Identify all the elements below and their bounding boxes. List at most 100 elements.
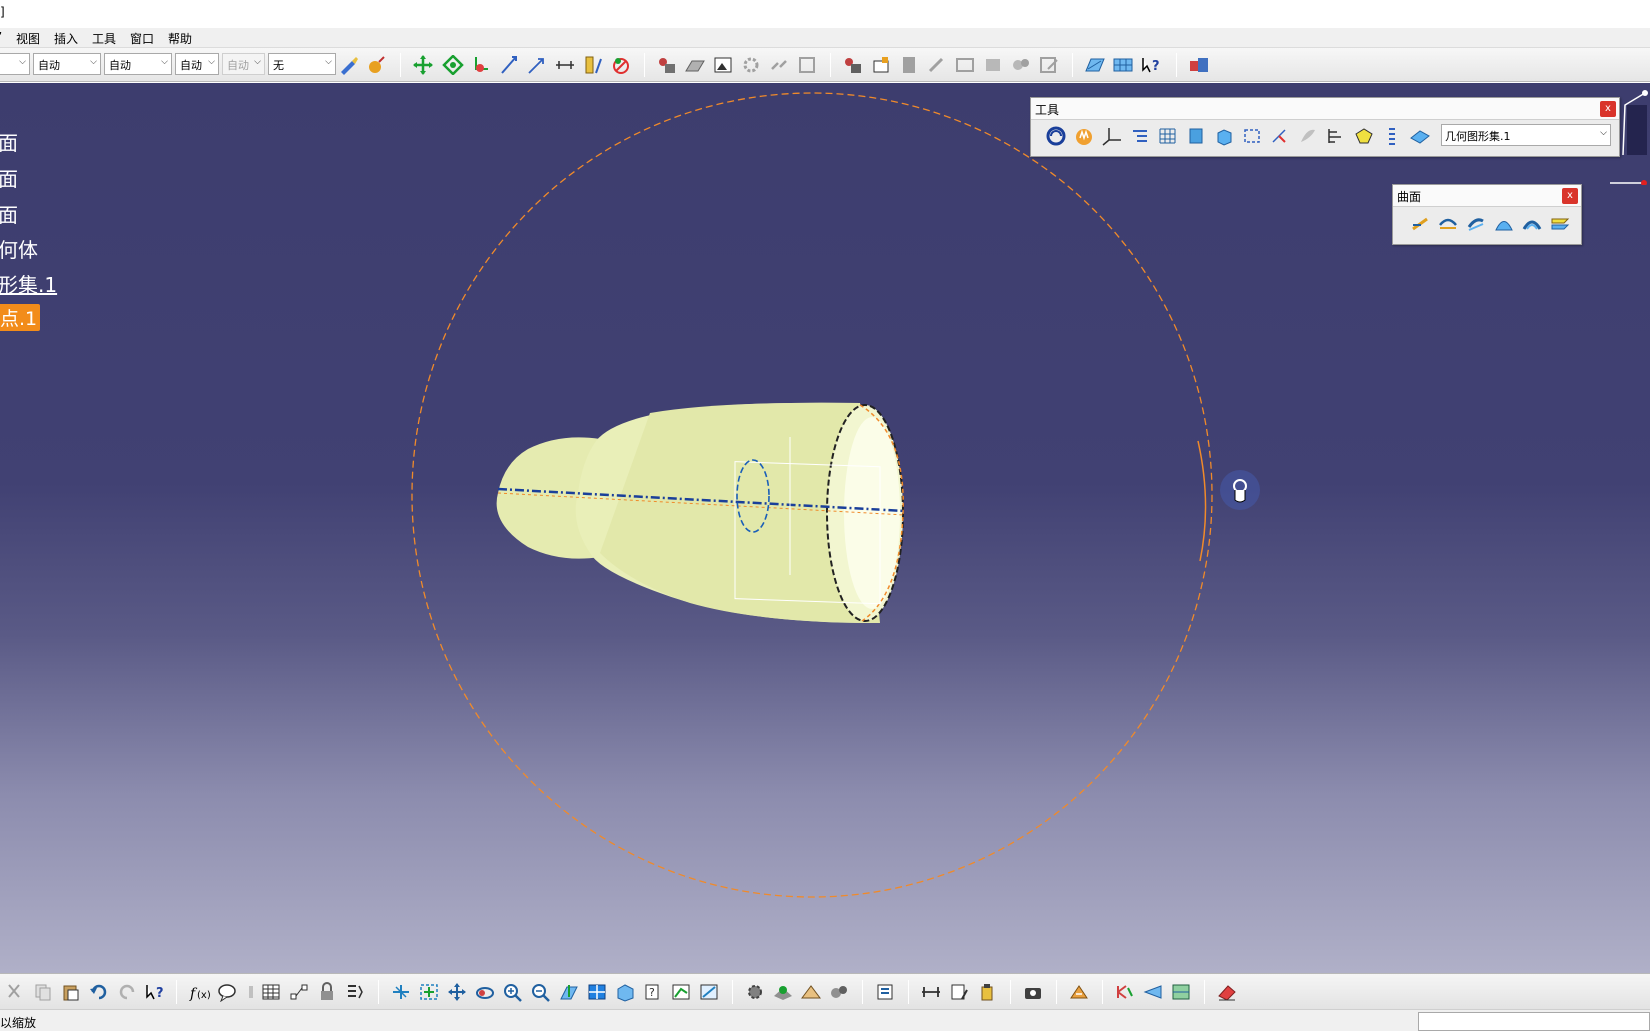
table-icon[interactable] — [260, 982, 282, 1002]
help-icon[interactable]: ? — [144, 982, 166, 1002]
snap-axis-icon[interactable] — [470, 55, 492, 75]
tree-item-body[interactable]: 何体 — [0, 234, 38, 263]
lineweight-select[interactable]: 自动 ⌵ — [175, 53, 219, 75]
cut-icon[interactable] — [4, 982, 26, 1002]
gears-gray-icon[interactable] — [1010, 55, 1032, 75]
3d-box-icon[interactable] — [1213, 126, 1235, 146]
no-snap-icon[interactable] — [610, 55, 632, 75]
undo-icon[interactable] — [88, 982, 110, 1002]
tree-reorder-icon[interactable] — [1142, 982, 1164, 1002]
ruler-icon[interactable] — [582, 55, 604, 75]
grid-icon[interactable] — [1112, 55, 1134, 75]
move-axis-icon[interactable] — [412, 55, 434, 75]
sweep-surface-icon[interactable] — [1493, 213, 1515, 233]
formula-icon[interactable] — [796, 55, 818, 75]
geometric-set-icon[interactable] — [1409, 126, 1431, 146]
fill-surface-icon[interactable] — [1521, 213, 1543, 233]
paste-icon[interactable] — [60, 982, 82, 1002]
sketch-plane-icon[interactable] — [1084, 55, 1106, 75]
menu-item-window[interactable]: 窗口 — [130, 30, 154, 47]
plane-icon[interactable] — [684, 55, 706, 75]
zoom-in-icon[interactable] — [502, 982, 524, 1002]
surface-toolbar-window[interactable]: 曲面 x — [1392, 184, 1582, 245]
comment-icon[interactable] — [216, 982, 238, 1002]
doc-icon[interactable] — [898, 55, 920, 75]
bounding-box-icon[interactable] — [1241, 126, 1263, 146]
linetype-select[interactable]: 自动 ⌵ — [104, 53, 172, 75]
hierarchy-icon[interactable] — [1325, 126, 1347, 146]
reaction-icon[interactable] — [1114, 982, 1136, 1002]
update-icon[interactable] — [1045, 126, 1067, 146]
axis-system-icon[interactable] — [1101, 126, 1123, 146]
render-gear-icon[interactable] — [744, 982, 766, 1002]
tools-toolbar-titlebar[interactable]: 工具 x — [1031, 98, 1619, 120]
extrude-surface-icon[interactable] — [1409, 213, 1431, 233]
grid-toggle-icon[interactable] — [1157, 126, 1179, 146]
edit-gray-icon[interactable] — [1038, 55, 1060, 75]
stack-gray-icon[interactable] — [982, 55, 1004, 75]
rotate-view-icon[interactable] — [474, 982, 496, 1002]
command-input[interactable] — [1418, 1012, 1650, 1031]
point-style-select[interactable]: 自动 ⌵ — [222, 53, 265, 75]
paint-brush-icon[interactable] — [338, 55, 360, 75]
tools-gray-icon[interactable] — [926, 55, 948, 75]
hide-show-icon[interactable]: ? — [642, 982, 664, 1002]
graph-icon[interactable] — [288, 982, 310, 1002]
color-select[interactable]: 自动 ⌵ — [33, 53, 101, 75]
measure-icon[interactable] — [498, 55, 520, 75]
tree-item-geometric-set[interactable]: 形集.1 — [0, 269, 57, 298]
tree-item-plane-2[interactable]: 面 — [0, 163, 18, 192]
tools-toolbar-window[interactable]: 工具 x 几何图形集.1 ⌵ — [1030, 97, 1620, 157]
layer-filter-select[interactable]: 无 ⌵ — [268, 53, 336, 75]
settings-gears-icon[interactable] — [828, 982, 850, 1002]
map-icon[interactable] — [1170, 982, 1192, 1002]
isolate-icon[interactable] — [1269, 126, 1291, 146]
group-icon[interactable] — [842, 55, 864, 75]
fit-all-icon[interactable] — [418, 982, 440, 1002]
whats-this-icon[interactable]: ? — [1140, 55, 1162, 75]
measure-between-icon[interactable] — [920, 982, 942, 1002]
menu-item-edit[interactable]: ” — [0, 30, 2, 44]
bomb-icon[interactable] — [366, 55, 388, 75]
workbench-icon[interactable] — [1188, 55, 1210, 75]
menu-item-tools[interactable]: 工具 — [92, 30, 116, 47]
gear-icon[interactable] — [740, 55, 762, 75]
normal-view-icon[interactable] — [558, 982, 580, 1002]
swap-space-icon[interactable] — [670, 982, 692, 1002]
measure-item-icon[interactable] — [948, 982, 970, 1002]
redo-icon[interactable] — [116, 982, 138, 1002]
multi-section-surface-icon[interactable] — [1549, 213, 1571, 233]
feather-icon[interactable] — [1297, 126, 1319, 146]
link-icon[interactable] — [768, 55, 790, 75]
copy-icon[interactable] — [32, 982, 54, 1002]
measure-inertia-icon[interactable] — [976, 982, 998, 1002]
knowledge-icon[interactable] — [1068, 982, 1090, 1002]
part-icon[interactable] — [870, 55, 892, 75]
menu-item-help[interactable]: 帮助 — [168, 30, 192, 47]
rotate-axis-icon[interactable] — [442, 55, 464, 75]
eraser-icon[interactable] — [1216, 982, 1238, 1002]
tools-toolbar-close-button[interactable]: x — [1600, 101, 1616, 117]
surface-toolbar-close-button[interactable]: x — [1562, 188, 1578, 204]
table-gray-icon[interactable] — [954, 55, 976, 75]
dimension-icon[interactable] — [554, 55, 576, 75]
fly-mode-icon[interactable] — [390, 982, 412, 1002]
scan-icon[interactable] — [1353, 126, 1375, 146]
layer-select[interactable]: ⌵ — [0, 53, 30, 75]
tree-expand-icon[interactable] — [1129, 126, 1151, 146]
menu-item-view[interactable]: 视图 — [16, 30, 40, 47]
formula-fx-icon[interactable]: f (x) — [188, 982, 210, 1002]
revolve-surface-icon[interactable] — [1437, 213, 1459, 233]
tree-item-point-selected[interactable]: 点.1 — [0, 304, 41, 331]
iso-view-icon[interactable] — [614, 982, 636, 1002]
tree-item-plane-1[interactable]: 面 — [0, 127, 18, 156]
list-icon[interactable] — [344, 982, 366, 1002]
surface-toolbar-titlebar[interactable]: 曲面 x — [1393, 185, 1581, 207]
capture-camera-icon[interactable] — [1022, 982, 1044, 1002]
menu-item-insert[interactable]: 插入 — [54, 30, 78, 47]
multi-view-icon[interactable] — [586, 982, 608, 1002]
info-icon[interactable] — [240, 982, 262, 1002]
catalog-icon[interactable] — [874, 982, 896, 1002]
constraint-icon[interactable] — [656, 55, 678, 75]
working-support-icon[interactable] — [1185, 126, 1207, 146]
